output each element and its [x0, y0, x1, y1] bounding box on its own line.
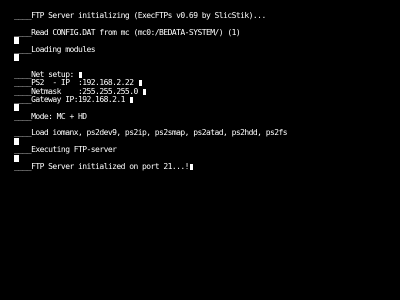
block-cursor-icon	[130, 96, 134, 103]
block-cursor-icon	[189, 164, 193, 171]
block-cursor-icon	[14, 104, 19, 112]
console-text: ____Loading modules	[14, 44, 96, 54]
console-line: ____FTP Server initialized on port 21...…	[14, 162, 394, 172]
console-line: ____Loading modules	[14, 44, 394, 54]
ftp-server-console-log: ____FTP Server initializing (ExecFTPs v0…	[14, 11, 394, 172]
console-text: ____Executing FTP-server	[14, 145, 117, 155]
console-text: ____Read CONFIG.DAT from mc (mc0:/BEDATA…	[14, 27, 241, 37]
console-text: ____FTP Server initializing (ExecFTPs v0…	[14, 11, 266, 20]
block-cursor-icon	[138, 80, 142, 87]
console-line	[14, 53, 394, 62]
console-line: ____Read CONFIG.DAT from mc (mc0:/BEDATA…	[14, 27, 394, 37]
console-text: ____Gateway IP:192.168.2.1	[14, 94, 130, 104]
block-cursor-icon	[14, 154, 19, 162]
console-text: ____Mode: MC + HD	[14, 111, 87, 121]
console-line: ____Executing FTP-server	[14, 146, 394, 154]
block-cursor-icon	[14, 37, 19, 45]
console-line: ____Mode: MC + HD	[14, 111, 394, 121]
block-cursor-icon	[14, 53, 19, 61]
block-cursor-icon	[79, 71, 82, 78]
console-text: ____Load iomanx, ps2dev9, ps2ip, ps2smap…	[14, 128, 288, 138]
ps2-console-screen: ____FTP Server initializing (ExecFTPs v0…	[0, 0, 400, 300]
console-line: ____Load iomanx, ps2dev9, ps2ip, ps2smap…	[14, 129, 394, 137]
block-cursor-icon	[143, 88, 146, 95]
console-line: ____FTP Server initializing (ExecFTPs v0…	[14, 11, 394, 20]
console-text: ____FTP Server initialized on port 21...…	[14, 162, 189, 172]
block-cursor-icon	[14, 137, 19, 145]
console-line: ____Gateway IP:192.168.2.1	[14, 94, 394, 104]
